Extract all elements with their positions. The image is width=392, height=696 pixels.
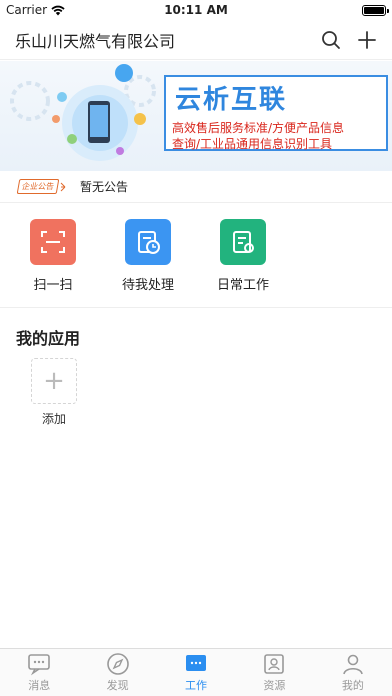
- search-icon[interactable]: [320, 29, 342, 51]
- resource-icon: [264, 654, 285, 674]
- quick-action-daily-work[interactable]: 日常工作: [203, 219, 283, 293]
- tab-label: 消息: [28, 679, 51, 692]
- page-title: 乐山川天燃气有限公司: [15, 31, 176, 51]
- add-app-label: 添加: [41, 412, 66, 426]
- tab-bar: 消息 发现 工作 资源 我的: [0, 648, 392, 696]
- announcement-text: 暂无公告: [80, 180, 129, 194]
- daily-work-icon: [220, 219, 266, 265]
- announcement-bar[interactable]: 企业公告 暂无公告: [0, 171, 392, 203]
- carrier-label: Carrier: [6, 3, 48, 17]
- pending-tasks-icon: [125, 219, 171, 265]
- quick-action-pending[interactable]: 待我处理: [108, 219, 188, 293]
- nav-actions: [320, 29, 378, 51]
- tab-discover[interactable]: 发现: [78, 649, 156, 696]
- scan-icon: [30, 219, 76, 265]
- announcement-badge: 企业公告: [16, 179, 60, 194]
- quick-action-label: 待我处理: [121, 278, 174, 293]
- battery-icon: [362, 4, 389, 16]
- tab-profile[interactable]: 我的: [314, 649, 392, 696]
- quick-action-label: 扫一扫: [33, 278, 73, 293]
- battery-fill: [364, 6, 384, 14]
- message-icon: [28, 654, 51, 676]
- plus-icon[interactable]: [356, 29, 378, 51]
- tab-label: 发现: [106, 679, 129, 692]
- tab-resources[interactable]: 资源: [235, 649, 313, 696]
- quick-action-scan[interactable]: 扫一扫: [13, 219, 93, 293]
- status-bar: Carrier 10:11 AM: [0, 0, 392, 20]
- status-left: Carrier: [6, 3, 65, 17]
- tab-work[interactable]: 工作: [157, 649, 235, 696]
- tab-label: 工作: [185, 679, 208, 692]
- work-icon: [186, 655, 207, 671]
- quick-action-label: 日常工作: [216, 278, 269, 293]
- banner-illustration: [10, 64, 156, 161]
- compass-icon: [106, 653, 129, 675]
- tab-label: 资源: [263, 679, 286, 692]
- tab-label: 我的: [341, 679, 364, 692]
- banner-headline: 云析互联: [175, 85, 288, 115]
- my-apps-title: 我的应用: [16, 329, 81, 348]
- wifi-icon: [51, 5, 65, 15]
- banner-subtitle-1: 高效售后服务标准/方便产品信息: [172, 121, 345, 135]
- user-icon: [343, 654, 363, 675]
- nav-bar: 乐山川天燃气有限公司: [0, 20, 392, 60]
- megaphone-icon: [60, 182, 66, 191]
- banner-subtitle-2: 查询/工业品通用信息识别工具: [172, 137, 333, 151]
- banner[interactable]: 云析互联 高效售后服务标准/方便产品信息 查询/工业品通用信息识别工具: [0, 61, 392, 171]
- quick-actions: 扫一扫 待我处理 日常工作: [0, 203, 392, 308]
- tab-messages[interactable]: 消息: [0, 649, 78, 696]
- plus-icon: +: [31, 358, 77, 404]
- add-app-button[interactable]: + 添加: [31, 358, 77, 427]
